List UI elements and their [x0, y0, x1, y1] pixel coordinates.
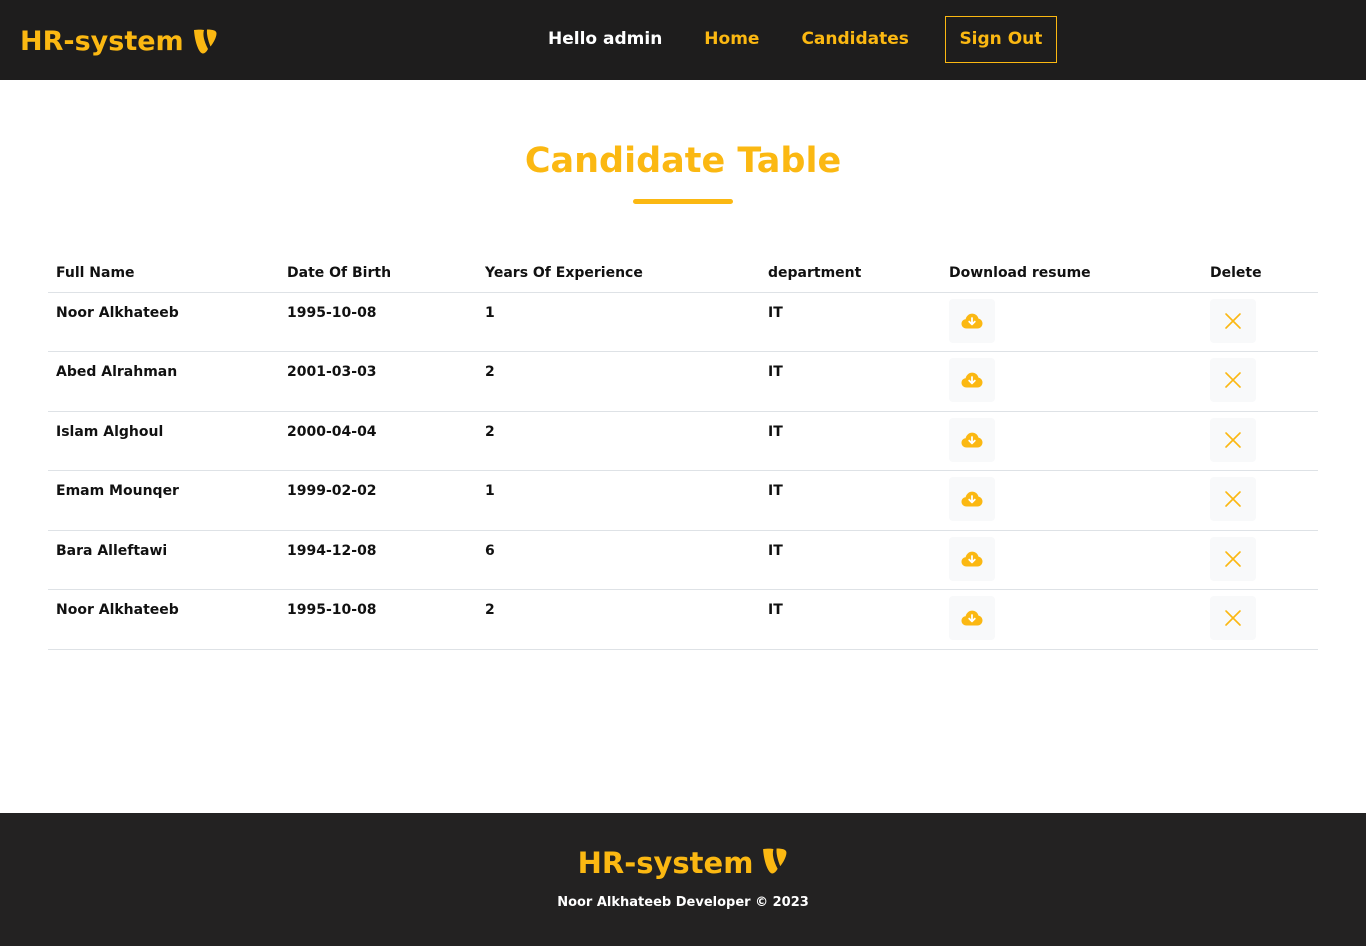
candidate-table-wrapper: Full Name Date Of Birth Years Of Experie…: [48, 254, 1318, 650]
close-icon: [1224, 550, 1242, 568]
delete-candidate-button[interactable]: [1210, 417, 1256, 462]
cloud-download-icon: [961, 610, 983, 626]
cell-full-name: Noor Alkhateeb: [48, 589, 279, 650]
cloud-download-icon: [961, 551, 983, 567]
cell-date-of-birth: 1995-10-08: [279, 292, 477, 352]
cell-full-name: Noor Alkhateeb: [48, 292, 279, 352]
download-resume-button[interactable]: [949, 596, 995, 640]
cell-years-of-experience: 2: [477, 351, 760, 412]
cell-date-of-birth: 1994-12-08: [279, 530, 477, 590]
brand-link[interactable]: HR-system: [20, 28, 218, 55]
download-resume-button[interactable]: [949, 358, 995, 402]
cell-department: IT: [760, 292, 941, 352]
cell-delete: [1202, 411, 1318, 471]
delete-candidate-button[interactable]: [1210, 298, 1256, 343]
cloud-download-icon: [961, 372, 983, 388]
title-underline: [633, 199, 733, 204]
header-delete: Delete: [1202, 254, 1318, 293]
cell-download: [941, 530, 1202, 590]
cell-date-of-birth: 2000-04-04: [279, 411, 477, 471]
nav-candidates-link[interactable]: Candidates: [801, 29, 908, 49]
delete-candidate-button[interactable]: [1210, 358, 1256, 402]
table-row: Islam Alghoul 2000-04-04 2 IT: [48, 411, 1318, 471]
footer-copyright: Noor Alkhateeb Developer © 2023: [557, 895, 809, 910]
cell-full-name: Abed Alrahman: [48, 351, 279, 412]
cell-download: [941, 470, 1202, 531]
header-years-of-experience: Years Of Experience: [477, 254, 760, 293]
table-row: Bara Alleftawi 1994-12-08 6 IT: [48, 530, 1318, 590]
table-row: Noor Alkhateeb 1995-10-08 2 IT: [48, 589, 1318, 650]
download-resume-button[interactable]: [949, 536, 995, 581]
cell-years-of-experience: 6: [477, 530, 760, 590]
cell-delete: [1202, 292, 1318, 352]
table-row: Emam Mounqer 1999-02-02 1 IT: [48, 470, 1318, 531]
cell-delete: [1202, 530, 1318, 590]
header-download-resume: Download resume: [941, 254, 1202, 293]
candidate-table: Full Name Date Of Birth Years Of Experie…: [48, 254, 1318, 650]
cloud-download-icon: [961, 432, 983, 448]
brand-name: HR-system: [20, 26, 184, 57]
cell-department: IT: [760, 470, 941, 531]
cell-department: IT: [760, 530, 941, 590]
close-icon: [1224, 312, 1242, 330]
close-icon: [1224, 609, 1242, 627]
close-icon: [1224, 371, 1242, 389]
cell-full-name: Emam Mounqer: [48, 470, 279, 531]
download-resume-button[interactable]: [949, 298, 995, 343]
cell-date-of-birth: 1999-02-02: [279, 470, 477, 531]
header-full-name: Full Name: [48, 254, 279, 293]
close-icon: [1224, 490, 1242, 508]
cell-delete: [1202, 589, 1318, 650]
typo3-logo-icon: [761, 847, 788, 880]
cell-department: IT: [760, 589, 941, 650]
cell-delete: [1202, 351, 1318, 412]
greeting-text: Hello admin: [548, 29, 663, 49]
cell-full-name: Bara Alleftawi: [48, 530, 279, 590]
download-resume-button[interactable]: [949, 417, 995, 462]
sign-out-button[interactable]: Sign Out: [944, 15, 1057, 63]
cell-years-of-experience: 1: [477, 292, 760, 352]
cell-years-of-experience: 2: [477, 589, 760, 650]
header-department: department: [760, 254, 941, 293]
header-date-of-birth: Date Of Birth: [279, 254, 477, 293]
page-title: Candidate Table: [524, 141, 842, 181]
nav-home-link[interactable]: Home: [704, 29, 759, 49]
nav-links: Hello admin Home Candidates Sign Out: [548, 15, 1057, 63]
footer-brand-name: HR-system: [577, 846, 754, 880]
delete-candidate-button[interactable]: [1210, 596, 1256, 640]
cloud-download-icon: [961, 313, 983, 329]
cell-department: IT: [760, 351, 941, 412]
cell-download: [941, 589, 1202, 650]
table-body: Noor Alkhateeb 1995-10-08 1 IT Abed Alra…: [48, 292, 1318, 650]
cell-full-name: Islam Alghoul: [48, 411, 279, 471]
cell-download: [941, 411, 1202, 471]
cell-date-of-birth: 1995-10-08: [279, 589, 477, 650]
delete-candidate-button[interactable]: [1210, 477, 1256, 521]
footer: HR-system Noor Alkhateeb Developer © 202…: [0, 813, 1366, 946]
navbar: HR-system Hello admin Home Candidates Si…: [0, 0, 1366, 80]
cell-download: [941, 292, 1202, 352]
close-icon: [1224, 431, 1242, 449]
footer-brand: HR-system: [0, 847, 1366, 880]
typo3-logo-icon: [192, 28, 218, 55]
cell-years-of-experience: 2: [477, 411, 760, 471]
table-row: Abed Alrahman 2001-03-03 2 IT: [48, 351, 1318, 412]
download-resume-button[interactable]: [949, 477, 995, 521]
cell-delete: [1202, 470, 1318, 531]
table-header-row: Full Name Date Of Birth Years Of Experie…: [48, 254, 1318, 293]
table-row: Noor Alkhateeb 1995-10-08 1 IT: [48, 292, 1318, 352]
cloud-download-icon: [961, 491, 983, 507]
delete-candidate-button[interactable]: [1210, 536, 1256, 581]
cell-download: [941, 351, 1202, 412]
cell-department: IT: [760, 411, 941, 471]
cell-years-of-experience: 1: [477, 470, 760, 531]
cell-date-of-birth: 2001-03-03: [279, 351, 477, 412]
